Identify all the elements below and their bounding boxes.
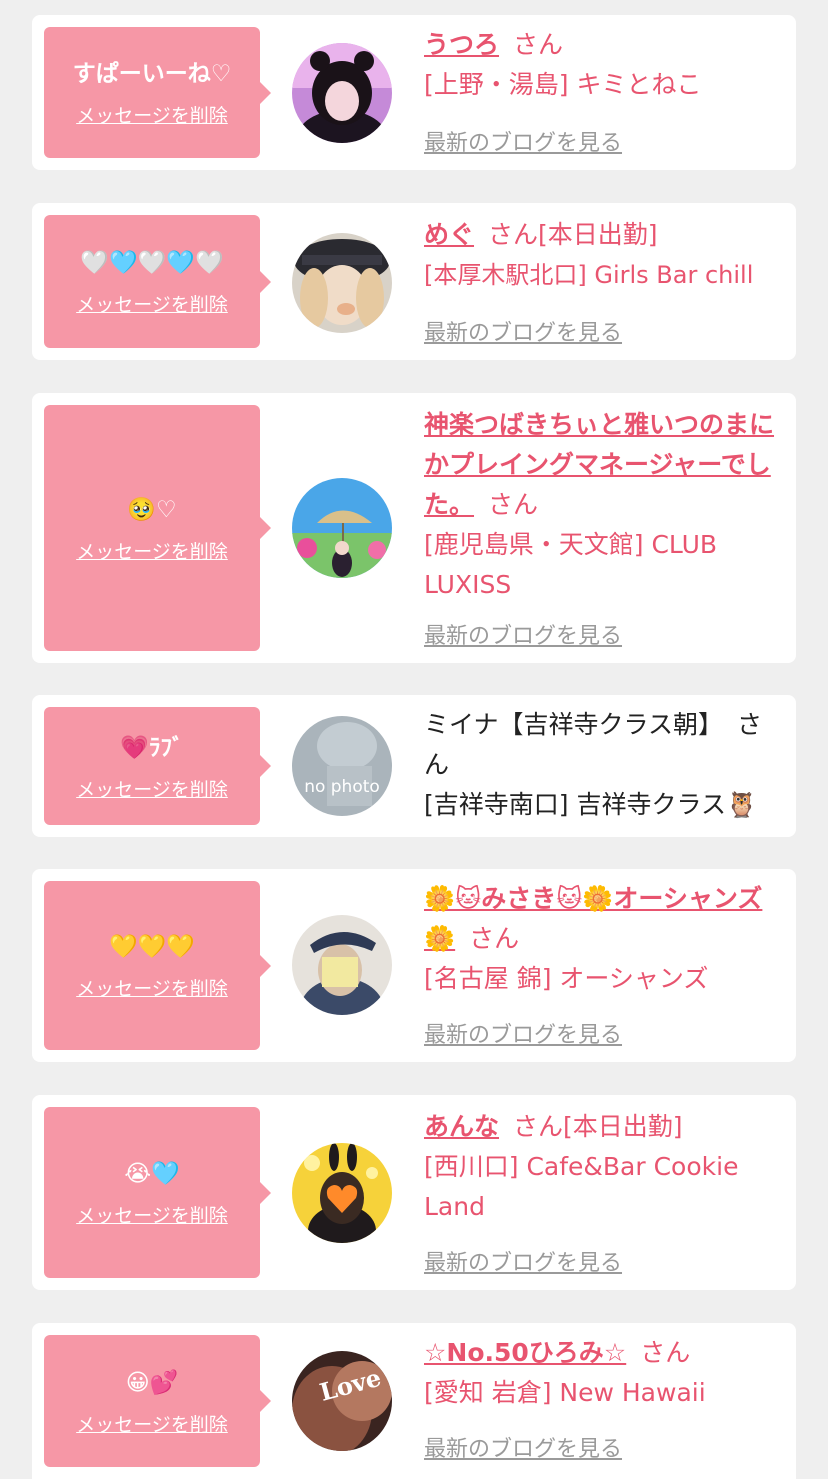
shop-text: [上野・湯島] キミとねこ — [424, 70, 702, 99]
reaction-bubble: 🤍🩵🤍🩵🤍 メッセージを削除 — [44, 215, 271, 348]
message-card: 💛💛💛 メッセージを削除 🌼🐱みさき🐱🌼オーシャンズ🌼 さん [名古屋 錦] オー… — [32, 869, 796, 1062]
reaction-text: 😭🩵 — [124, 1161, 180, 1187]
sender-info: あんな さん[本日出勤] [西川口] Cafe&Bar Cookie Land — [424, 1107, 786, 1227]
reaction-bubble: 😀💕 メッセージを削除 — [44, 1335, 271, 1467]
delete-message-link[interactable]: メッセージを削除 — [76, 101, 228, 128]
honorific: さん — [513, 1112, 564, 1141]
no-photo-text: no photo — [304, 777, 380, 797]
status-text: [本日出勤] — [538, 220, 658, 249]
message-card: 💗ﾗﾌﾞ メッセージを削除 no photo ミイナ【吉祥寺クラス朝】 さん [吉… — [32, 695, 796, 837]
message-card: 😀💕 メッセージを削除 Love ☆No.50ひろみ☆ さん [愛知 岩倉] Ne… — [32, 1323, 796, 1479]
latest-blog-link[interactable]: 最新のブログを見る — [424, 1017, 622, 1049]
avatar[interactable] — [292, 915, 392, 1015]
reaction-text: すぱーいーね♡ — [72, 61, 232, 87]
delete-message-link[interactable]: メッセージを削除 — [76, 1410, 228, 1437]
sender-info: 神楽つばきちぃと雅いつのまにかプレイングマネージャーでした。 さん [鹿児島県・天… — [424, 405, 786, 605]
sender-info: 🌼🐱みさき🐱🌼オーシャンズ🌼 さん [名古屋 錦] オーシャンズ — [424, 879, 786, 999]
latest-blog-link[interactable]: 最新のブログを見る — [424, 618, 622, 650]
reaction-text: 💗ﾗﾌﾞ — [120, 734, 184, 761]
status-text: [本日出勤] — [563, 1112, 683, 1141]
sender-info: うつろ さん [上野・湯島] キミとねこ — [424, 25, 786, 105]
latest-blog-link[interactable]: 最新のブログを見る — [424, 1245, 622, 1277]
sender-info: ☆No.50ひろみ☆ さん [愛知 岩倉] New Hawaii — [424, 1333, 786, 1413]
avatar-no-photo[interactable]: no photo — [292, 716, 392, 816]
honorific: さん — [640, 1338, 691, 1367]
sender-name-link[interactable]: ☆No.50ひろみ☆ — [424, 1338, 626, 1367]
shop-text: [鹿児島県・天文館] CLUB LUXISS — [424, 530, 718, 599]
avatar[interactable] — [292, 43, 392, 143]
avatar[interactable] — [292, 478, 392, 578]
reaction-text: 💛💛💛 — [109, 934, 195, 960]
reaction-bubble: すぱーいーね♡ メッセージを削除 — [44, 27, 271, 158]
message-card: すぱーいーね♡ メッセージを削除 うつろ さん [上野・湯島] キミとねこ 最新の… — [32, 15, 796, 170]
reaction-text: 😀💕 — [125, 1369, 179, 1396]
shop-text: [吉祥寺南口] 吉祥寺クラス🦉 — [424, 790, 758, 819]
avatar[interactable]: Love — [292, 1351, 392, 1451]
shop-text: [愛知 岩倉] New Hawaii — [424, 1378, 706, 1407]
reaction-bubble: 💗ﾗﾌﾞ メッセージを削除 — [44, 707, 271, 825]
delete-message-link[interactable]: メッセージを削除 — [76, 974, 228, 1001]
reaction-text: 🥹♡ — [127, 496, 177, 523]
delete-message-link[interactable]: メッセージを削除 — [76, 537, 228, 564]
shop-text: [本厚木駅北口] Girls Bar chill — [424, 261, 754, 289]
reaction-bubble: 🥹♡ メッセージを削除 — [44, 405, 271, 651]
latest-blog-link[interactable]: 最新のブログを見る — [424, 125, 622, 157]
honorific: さん — [513, 30, 564, 59]
delete-message-link[interactable]: メッセージを削除 — [76, 290, 228, 317]
latest-blog-link[interactable]: 最新のブログを見る — [424, 315, 622, 347]
reaction-bubble: 😭🩵 メッセージを削除 — [44, 1107, 271, 1278]
sender-name-link[interactable]: あんな — [424, 1112, 499, 1141]
honorific: さん — [469, 924, 520, 953]
message-card: 😭🩵 メッセージを削除 あんな さん[本日出勤] [西川口] Cafe&Bar C… — [32, 1095, 796, 1290]
sender-name: ミイナ【吉祥寺クラス朝】 — [424, 710, 724, 739]
sender-name-link[interactable]: めぐ — [424, 220, 474, 249]
message-card: 🥹♡ メッセージを削除 神楽つばきちぃと雅いつのまにかプレイングマネージャーでし… — [32, 393, 796, 663]
avatar[interactable] — [292, 1143, 392, 1243]
honorific: さん — [488, 490, 539, 519]
shop-text: [西川口] Cafe&Bar Cookie Land — [424, 1152, 739, 1221]
avatar[interactable] — [292, 233, 392, 333]
shop-text: [名古屋 錦] オーシャンズ — [424, 964, 709, 993]
sender-info: ミイナ【吉祥寺クラス朝】 さん [吉祥寺南口] 吉祥寺クラス🦉 — [424, 705, 786, 825]
sender-info: めぐ さん[本日出勤] [本厚木駅北口] Girls Bar chill — [424, 215, 786, 295]
latest-blog-link[interactable]: 最新のブログを見る — [424, 1431, 622, 1463]
delete-message-link[interactable]: メッセージを削除 — [76, 1201, 228, 1228]
message-card: 🤍🩵🤍🩵🤍 メッセージを削除 めぐ さん[本日出勤] [本厚木駅北口] Girls… — [32, 203, 796, 360]
honorific: さん — [488, 220, 539, 249]
delete-message-link[interactable]: メッセージを削除 — [76, 775, 228, 802]
sender-name-link[interactable]: 神楽つばきちぃと雅いつのまにかプレイングマネージャーでした。 — [424, 410, 774, 519]
reaction-bubble: 💛💛💛 メッセージを削除 — [44, 881, 271, 1050]
reaction-text: 🤍🩵🤍🩵🤍 — [80, 250, 224, 276]
sender-name-link[interactable]: うつろ — [424, 30, 499, 59]
